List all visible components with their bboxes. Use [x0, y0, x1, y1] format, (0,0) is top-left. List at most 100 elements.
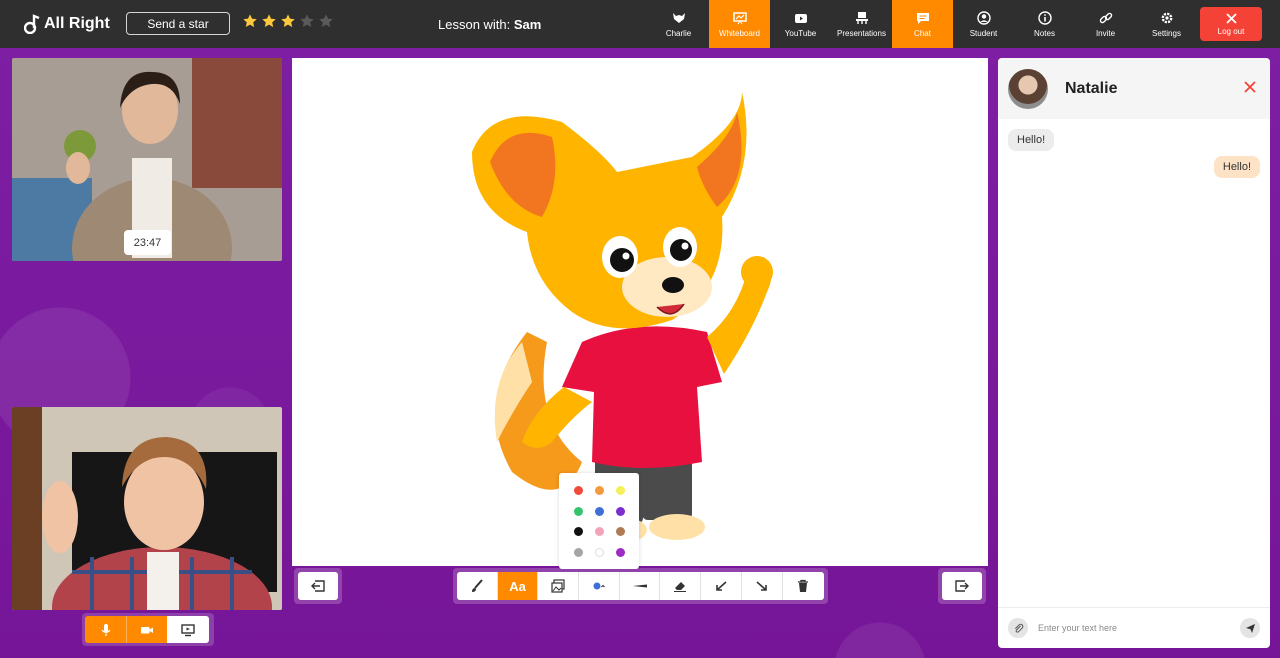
nav-label: Settings	[1152, 28, 1181, 38]
chat-header: Natalie	[998, 58, 1270, 119]
fox-icon	[672, 12, 685, 23]
image-tool[interactable]	[538, 572, 580, 600]
nav-charlie[interactable]: Charlie	[648, 0, 709, 48]
star-icon-filled[interactable]	[261, 13, 277, 29]
chat-icon	[916, 12, 929, 24]
logout-label: Log out	[1217, 26, 1245, 36]
nav-settings[interactable]: Settings	[1136, 0, 1197, 48]
nav-youtube[interactable]: YouTube	[770, 0, 831, 48]
whiteboard-icon	[732, 11, 747, 24]
student-portrait	[12, 407, 282, 610]
camera-icon	[141, 626, 153, 633]
lesson-student-name: Sam	[513, 17, 542, 32]
color-swatch[interactable]	[595, 486, 604, 495]
student-video	[12, 407, 282, 610]
color-swatch[interactable]	[574, 527, 583, 536]
microphone-icon	[101, 623, 110, 636]
top-bar: All Right Send a star Lesson with: Sam C…	[0, 0, 1280, 48]
nav-whiteboard[interactable]: Whiteboard	[709, 0, 770, 48]
redo-icon	[756, 581, 767, 591]
music-note-icon	[24, 14, 40, 34]
microphone-toggle[interactable]	[85, 616, 126, 643]
camera-toggle[interactable]	[126, 616, 167, 643]
color-swatch[interactable]	[595, 527, 604, 536]
close-icon	[1225, 12, 1237, 24]
nav-chat[interactable]: Chat	[892, 0, 953, 48]
send-star-button[interactable]: Send a star	[126, 12, 230, 35]
teacher-video: 23:47	[12, 58, 282, 261]
youtube-icon	[794, 13, 807, 23]
redo-tool[interactable]	[742, 572, 783, 600]
color-dot-icon	[593, 582, 605, 590]
color-swatch[interactable]	[616, 486, 625, 495]
app-logo[interactable]: All Right	[24, 12, 110, 36]
color-swatch-selected[interactable]	[595, 506, 604, 516]
nav-label: Charlie	[665, 28, 692, 38]
screen-share-icon	[181, 623, 195, 636]
star-icon-empty[interactable]	[318, 13, 334, 29]
color-swatch[interactable]	[574, 547, 583, 557]
lesson-timer: 23:47	[124, 230, 171, 255]
chat-panel: Natalie Hello! Hello!	[998, 58, 1270, 648]
text-tool[interactable]: Aa	[497, 572, 539, 600]
color-swatch[interactable]	[616, 547, 625, 557]
star-rating[interactable]	[242, 13, 334, 29]
send-button[interactable]	[1240, 618, 1260, 638]
nav-label: Whiteboard	[719, 28, 760, 38]
line-width-icon	[632, 584, 647, 588]
color-swatch[interactable]	[616, 527, 625, 536]
toolbar-right-button	[938, 568, 986, 604]
nav-label: Presentations	[837, 28, 886, 38]
eraser-icon	[674, 582, 687, 592]
close-icon[interactable]	[1244, 81, 1256, 93]
send-icon	[1245, 623, 1255, 633]
nav-student[interactable]: Student	[953, 0, 1014, 48]
image-icon	[551, 579, 565, 593]
chat-message-input[interactable]	[1038, 623, 1228, 633]
attach-button[interactable]	[1008, 618, 1028, 638]
nav-label: Chat	[914, 28, 931, 38]
lesson-prefix: Lesson with:	[438, 17, 511, 32]
color-palette-popup	[559, 473, 639, 569]
color-swatch[interactable]	[616, 506, 625, 516]
color-swatch[interactable]	[574, 506, 583, 516]
info-icon	[1037, 10, 1052, 25]
nav-label: Student	[969, 28, 998, 38]
exit-right-icon	[955, 580, 969, 592]
trash-icon	[797, 579, 808, 592]
student-icon	[976, 10, 991, 25]
whiteboard-canvas[interactable]	[292, 58, 988, 566]
exit-right-button[interactable]	[942, 572, 982, 600]
screen-share-toggle[interactable]	[167, 616, 209, 643]
exit-left-button[interactable]	[298, 572, 338, 600]
color-swatch[interactable]	[574, 486, 583, 495]
main-nav: Charlie Whiteboard YouTube Presentations…	[648, 0, 1197, 48]
nav-label: Notes	[1034, 28, 1055, 38]
gear-icon	[1161, 12, 1172, 23]
presentation-icon	[855, 11, 868, 24]
nav-notes[interactable]: Notes	[1014, 0, 1075, 48]
color-tool[interactable]	[579, 572, 620, 600]
logout-button[interactable]: Log out	[1200, 7, 1262, 41]
brush-icon	[471, 579, 483, 592]
nav-label: YouTube	[784, 28, 817, 38]
eraser-tool[interactable]	[660, 572, 702, 600]
nav-presentations[interactable]: Presentations	[831, 0, 892, 48]
delete-tool[interactable]	[783, 572, 824, 600]
color-swatch[interactable]	[595, 547, 604, 557]
nav-label: Invite	[1095, 28, 1116, 38]
nav-invite[interactable]: Invite	[1075, 0, 1136, 48]
brush-tool[interactable]	[457, 572, 498, 600]
star-icon-filled[interactable]	[242, 13, 258, 29]
chat-message-outgoing: Hello!	[1213, 156, 1260, 178]
line-width-tool[interactable]	[620, 572, 661, 600]
undo-tool[interactable]	[701, 572, 742, 600]
chat-message-incoming: Hello!	[1008, 129, 1055, 151]
chat-footer	[998, 607, 1270, 648]
undo-icon	[716, 581, 727, 591]
star-icon-empty[interactable]	[299, 13, 315, 29]
lesson-title: Lesson with: Sam	[438, 17, 541, 32]
star-icon-filled[interactable]	[280, 13, 296, 29]
link-icon	[1099, 12, 1112, 23]
exit-left-icon	[311, 580, 325, 592]
